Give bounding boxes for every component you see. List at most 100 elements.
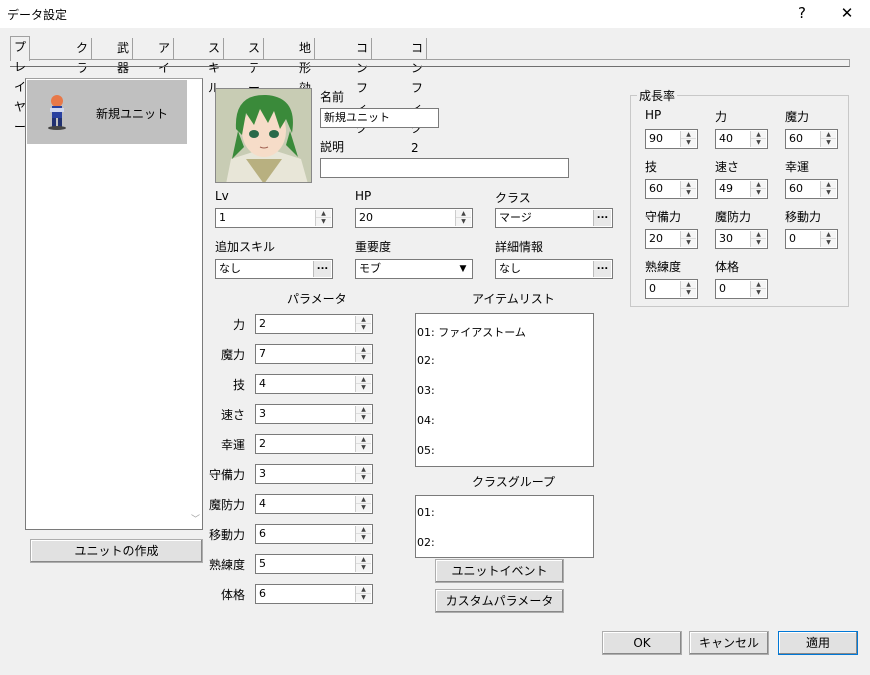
spin-up-icon[interactable]: ▲ [681,181,696,189]
list-item[interactable]: 05: [417,444,435,457]
spin-buttons[interactable]: ▲ ▼ [680,231,696,247]
spin-down-icon[interactable]: ▼ [751,139,766,147]
spin-down-icon[interactable]: ▼ [821,139,836,147]
spin-buttons[interactable]: ▲ ▼ [820,181,836,197]
description-field[interactable] [320,158,569,178]
spin-down-icon[interactable]: ▼ [356,354,371,362]
growth-stepper[interactable]: 30 ▲ ▼ [715,229,768,249]
spin-down-icon[interactable]: ▼ [821,239,836,247]
growth-stepper[interactable]: 60 ▲ ▼ [645,179,698,199]
chevron-down-icon[interactable]: ▼ [455,261,471,277]
class-field[interactable]: マージ ... [495,208,613,228]
param-stepper[interactable]: 3 ▲ ▼ [255,404,373,424]
unit-list[interactable]: 新規ユニット ﹀ [25,78,203,530]
importance-select[interactable]: モブ ▼ [355,259,473,279]
spin-buttons[interactable]: ▲ ▼ [680,281,696,297]
list-item[interactable]: 03: [417,384,435,397]
spin-buttons[interactable]: ▲ ▼ [355,496,371,512]
list-item[interactable]: 02: [417,354,435,367]
spin-down-icon[interactable]: ▼ [356,504,371,512]
spin-up-icon[interactable]: ▲ [751,131,766,139]
spin-buttons[interactable]: ▲ ▼ [820,231,836,247]
param-stepper[interactable]: 6 ▲ ▼ [255,584,373,604]
spin-down-icon[interactable]: ▼ [316,218,331,226]
spin-buttons[interactable]: ▲ ▼ [750,131,766,147]
list-item[interactable]: 01: ファイアストーム [417,324,526,340]
spin-down-icon[interactable]: ▼ [356,414,371,422]
spin-up-icon[interactable]: ▲ [356,586,371,594]
spin-buttons[interactable]: ▲ ▼ [315,210,331,226]
list-item[interactable]: 新規ユニット [27,80,187,144]
spin-down-icon[interactable]: ▼ [751,189,766,197]
create-unit-button[interactable]: ユニットの作成 [30,539,203,563]
list-item[interactable]: 02: [417,536,435,549]
lv-stepper[interactable]: 1 ▲ ▼ [215,208,333,228]
spin-down-icon[interactable]: ▼ [356,324,371,332]
spin-buttons[interactable]: ▲ ▼ [680,131,696,147]
spin-down-icon[interactable]: ▼ [681,189,696,197]
tab-weapon[interactable]: 武器 [114,38,134,75]
tab-skill[interactable]: スキル [205,38,225,95]
skill-browse-button[interactable]: ... [313,261,331,277]
spin-down-icon[interactable]: ▼ [681,139,696,147]
tab-player[interactable]: プレイヤー [10,36,31,134]
spin-buttons[interactable]: ▲ ▼ [355,376,371,392]
tab-config2[interactable]: コンフィグ2 [408,38,428,155]
spin-buttons[interactable]: ▲ ▼ [750,231,766,247]
spin-buttons[interactable]: ▲ ▼ [355,586,371,602]
name-field[interactable]: 新規ユニット [320,108,439,128]
item-list[interactable]: 01: ファイアストーム 02: 03: 04: 05: [415,313,594,467]
spin-buttons[interactable]: ▲ ▼ [455,210,471,226]
spin-up-icon[interactable]: ▲ [821,131,836,139]
spin-up-icon[interactable]: ▲ [356,496,371,504]
param-stepper[interactable]: 5 ▲ ▼ [255,554,373,574]
spin-down-icon[interactable]: ▼ [356,594,371,602]
param-stepper[interactable]: 4 ▲ ▼ [255,494,373,514]
custom-param-button[interactable]: カスタムパラメータ [435,589,564,613]
spin-buttons[interactable]: ▲ ▼ [355,316,371,332]
spin-down-icon[interactable]: ▼ [751,239,766,247]
param-stepper[interactable]: 4 ▲ ▼ [255,374,373,394]
spin-up-icon[interactable]: ▲ [356,406,371,414]
growth-stepper[interactable]: 0 ▲ ▼ [715,279,768,299]
spin-down-icon[interactable]: ▼ [821,189,836,197]
spin-up-icon[interactable]: ▲ [751,231,766,239]
spin-down-icon[interactable]: ▼ [356,444,371,452]
spin-down-icon[interactable]: ▼ [681,289,696,297]
spin-down-icon[interactable]: ▼ [356,564,371,572]
spin-buttons[interactable]: ▲ ▼ [355,526,371,542]
spin-buttons[interactable]: ▲ ▼ [355,556,371,572]
hp-stepper[interactable]: 20 ▲ ▼ [355,208,473,228]
param-stepper[interactable]: 7 ▲ ▼ [255,344,373,364]
tab-class[interactable]: クラス [73,38,93,95]
spin-up-icon[interactable]: ▲ [681,131,696,139]
spin-up-icon[interactable]: ▲ [681,281,696,289]
spin-buttons[interactable]: ▲ ▼ [820,131,836,147]
spin-down-icon[interactable]: ▼ [681,239,696,247]
spin-down-icon[interactable]: ▼ [356,384,371,392]
spin-up-icon[interactable]: ▲ [356,316,371,324]
unit-portrait[interactable] [215,88,312,183]
apply-button[interactable]: 適用 [778,631,858,655]
param-stepper[interactable]: 2 ▲ ▼ [255,314,373,334]
tab-config[interactable]: コンフィグ [353,38,373,135]
spin-buttons[interactable]: ▲ ▼ [355,406,371,422]
unit-event-button[interactable]: ユニットイベント [435,559,564,583]
detail-browse-button[interactable]: ... [593,261,611,277]
spin-up-icon[interactable]: ▲ [821,181,836,189]
spin-up-icon[interactable]: ▲ [356,556,371,564]
cancel-button[interactable]: キャンセル [689,631,769,655]
growth-stepper[interactable]: 60 ▲ ▼ [785,179,838,199]
help-button[interactable]: ? [782,2,822,26]
tab-item[interactable]: アイテム [155,38,174,115]
spin-up-icon[interactable]: ▲ [751,281,766,289]
detail-field[interactable]: なし ... [495,259,613,279]
close-button[interactable]: ✕ [827,2,867,26]
param-stepper[interactable]: 3 ▲ ▼ [255,464,373,484]
spin-up-icon[interactable]: ▲ [456,210,471,218]
growth-stepper[interactable]: 60 ▲ ▼ [785,129,838,149]
spin-buttons[interactable]: ▲ ▼ [750,281,766,297]
growth-stepper[interactable]: 90 ▲ ▼ [645,129,698,149]
growth-stepper[interactable]: 0 ▲ ▼ [645,279,698,299]
spin-up-icon[interactable]: ▲ [316,210,331,218]
